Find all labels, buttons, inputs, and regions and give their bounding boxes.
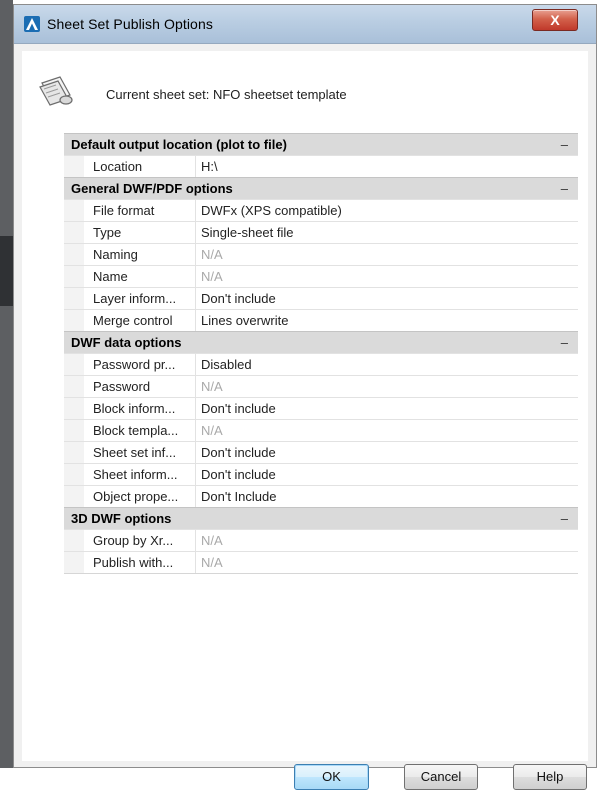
row-gutter: [64, 354, 84, 375]
close-button[interactable]: X: [532, 9, 578, 31]
row-gutter: [64, 442, 84, 463]
property-row[interactable]: Layer inform... Don't include: [64, 287, 578, 309]
property-name: Object prope...: [84, 486, 196, 507]
property-name: Naming: [84, 244, 196, 265]
row-gutter: [64, 420, 84, 441]
property-row[interactable]: Naming N/A: [64, 243, 578, 265]
property-name: Password: [84, 376, 196, 397]
sheet-set-icon: [39, 76, 73, 106]
category-header[interactable]: Default output location (plot to file) –: [64, 133, 578, 155]
property-name: Location: [84, 156, 196, 177]
category-header[interactable]: General DWF/PDF options –: [64, 177, 578, 199]
dialog-content: Current sheet set: NFO sheetset template…: [22, 51, 588, 790]
property-name: Sheet inform...: [84, 464, 196, 485]
row-gutter: [64, 266, 84, 287]
collapse-toggle-icon[interactable]: –: [561, 178, 568, 199]
property-row[interactable]: Group by Xr... N/A: [64, 529, 578, 551]
background-window-band: [0, 236, 13, 306]
property-row[interactable]: Sheet inform... Don't include: [64, 463, 578, 485]
row-gutter: [64, 486, 84, 507]
category-header[interactable]: DWF data options –: [64, 331, 578, 353]
property-name: Block inform...: [84, 398, 196, 419]
property-name: Sheet set inf...: [84, 442, 196, 463]
collapse-toggle-icon[interactable]: –: [561, 508, 568, 529]
property-row[interactable]: File format DWFx (XPS compatible): [64, 199, 578, 221]
options-property-grid[interactable]: Default output location (plot to file) – L…: [64, 133, 578, 574]
row-gutter: [64, 222, 84, 243]
property-row[interactable]: Object prope... Don't Include: [64, 485, 578, 507]
property-row[interactable]: Type Single-sheet file: [64, 221, 578, 243]
property-value[interactable]: Don't include: [196, 398, 276, 419]
property-row[interactable]: Publish with... N/A: [64, 551, 578, 573]
title-bar[interactable]: Sheet Set Publish Options X: [14, 5, 596, 44]
property-row[interactable]: Block templa... N/A: [64, 419, 578, 441]
property-name: Block templa...: [84, 420, 196, 441]
property-value[interactable]: Don't include: [196, 442, 276, 463]
property-name: Name: [84, 266, 196, 287]
row-gutter: [64, 398, 84, 419]
current-sheet-set-label: Current sheet set: NFO sheetset template: [106, 87, 347, 102]
property-name: Publish with...: [84, 552, 196, 573]
property-name: Merge control: [84, 310, 196, 331]
property-row[interactable]: Block inform... Don't include: [64, 397, 578, 419]
row-gutter: [64, 288, 84, 309]
row-gutter: [64, 464, 84, 485]
property-name: Layer inform...: [84, 288, 196, 309]
property-row[interactable]: Merge control Lines overwrite: [64, 309, 578, 331]
row-gutter: [64, 530, 84, 551]
property-value[interactable]: N/A: [196, 420, 223, 441]
property-value[interactable]: Single-sheet file: [196, 222, 294, 243]
window-title: Sheet Set Publish Options: [47, 16, 213, 32]
row-gutter: [64, 310, 84, 331]
category-title: General DWF/PDF options: [71, 181, 233, 196]
background-window-edge: [0, 0, 13, 768]
property-row[interactable]: Sheet set inf... Don't include: [64, 441, 578, 463]
property-value[interactable]: Lines overwrite: [196, 310, 288, 331]
property-value[interactable]: N/A: [196, 244, 223, 265]
property-row[interactable]: Password N/A: [64, 375, 578, 397]
property-value[interactable]: Don't include: [196, 464, 276, 485]
property-name: Group by Xr...: [84, 530, 196, 551]
property-value[interactable]: Disabled: [196, 354, 252, 375]
property-value[interactable]: Don't Include: [196, 486, 276, 507]
collapse-toggle-icon[interactable]: –: [561, 134, 568, 155]
collapse-toggle-icon[interactable]: –: [561, 332, 568, 353]
row-gutter: [64, 552, 84, 573]
property-row[interactable]: Location H:\: [64, 155, 578, 177]
row-gutter: [64, 244, 84, 265]
autocad-logo-icon: [24, 16, 40, 32]
property-name: File format: [84, 200, 196, 221]
property-value[interactable]: N/A: [196, 376, 223, 397]
property-value[interactable]: N/A: [196, 530, 223, 551]
category-header[interactable]: 3D DWF options –: [64, 507, 578, 529]
row-gutter: [64, 200, 84, 221]
property-row[interactable]: Name N/A: [64, 265, 578, 287]
row-gutter: [64, 376, 84, 397]
property-value[interactable]: N/A: [196, 266, 223, 287]
property-value[interactable]: Don't include: [196, 288, 276, 309]
property-value[interactable]: H:\: [196, 156, 218, 177]
property-name: Password pr...: [84, 354, 196, 375]
publish-options-dialog: Sheet Set Publish Options X Current shee…: [13, 4, 597, 790]
category-title: 3D DWF options: [71, 511, 172, 526]
row-gutter: [64, 156, 84, 177]
property-row[interactable]: Password pr... Disabled: [64, 353, 578, 375]
property-name: Type: [84, 222, 196, 243]
category-title: Default output location (plot to file): [71, 137, 287, 152]
property-value[interactable]: N/A: [196, 552, 223, 573]
category-title: DWF data options: [71, 335, 182, 350]
property-value[interactable]: DWFx (XPS compatible): [196, 200, 342, 221]
